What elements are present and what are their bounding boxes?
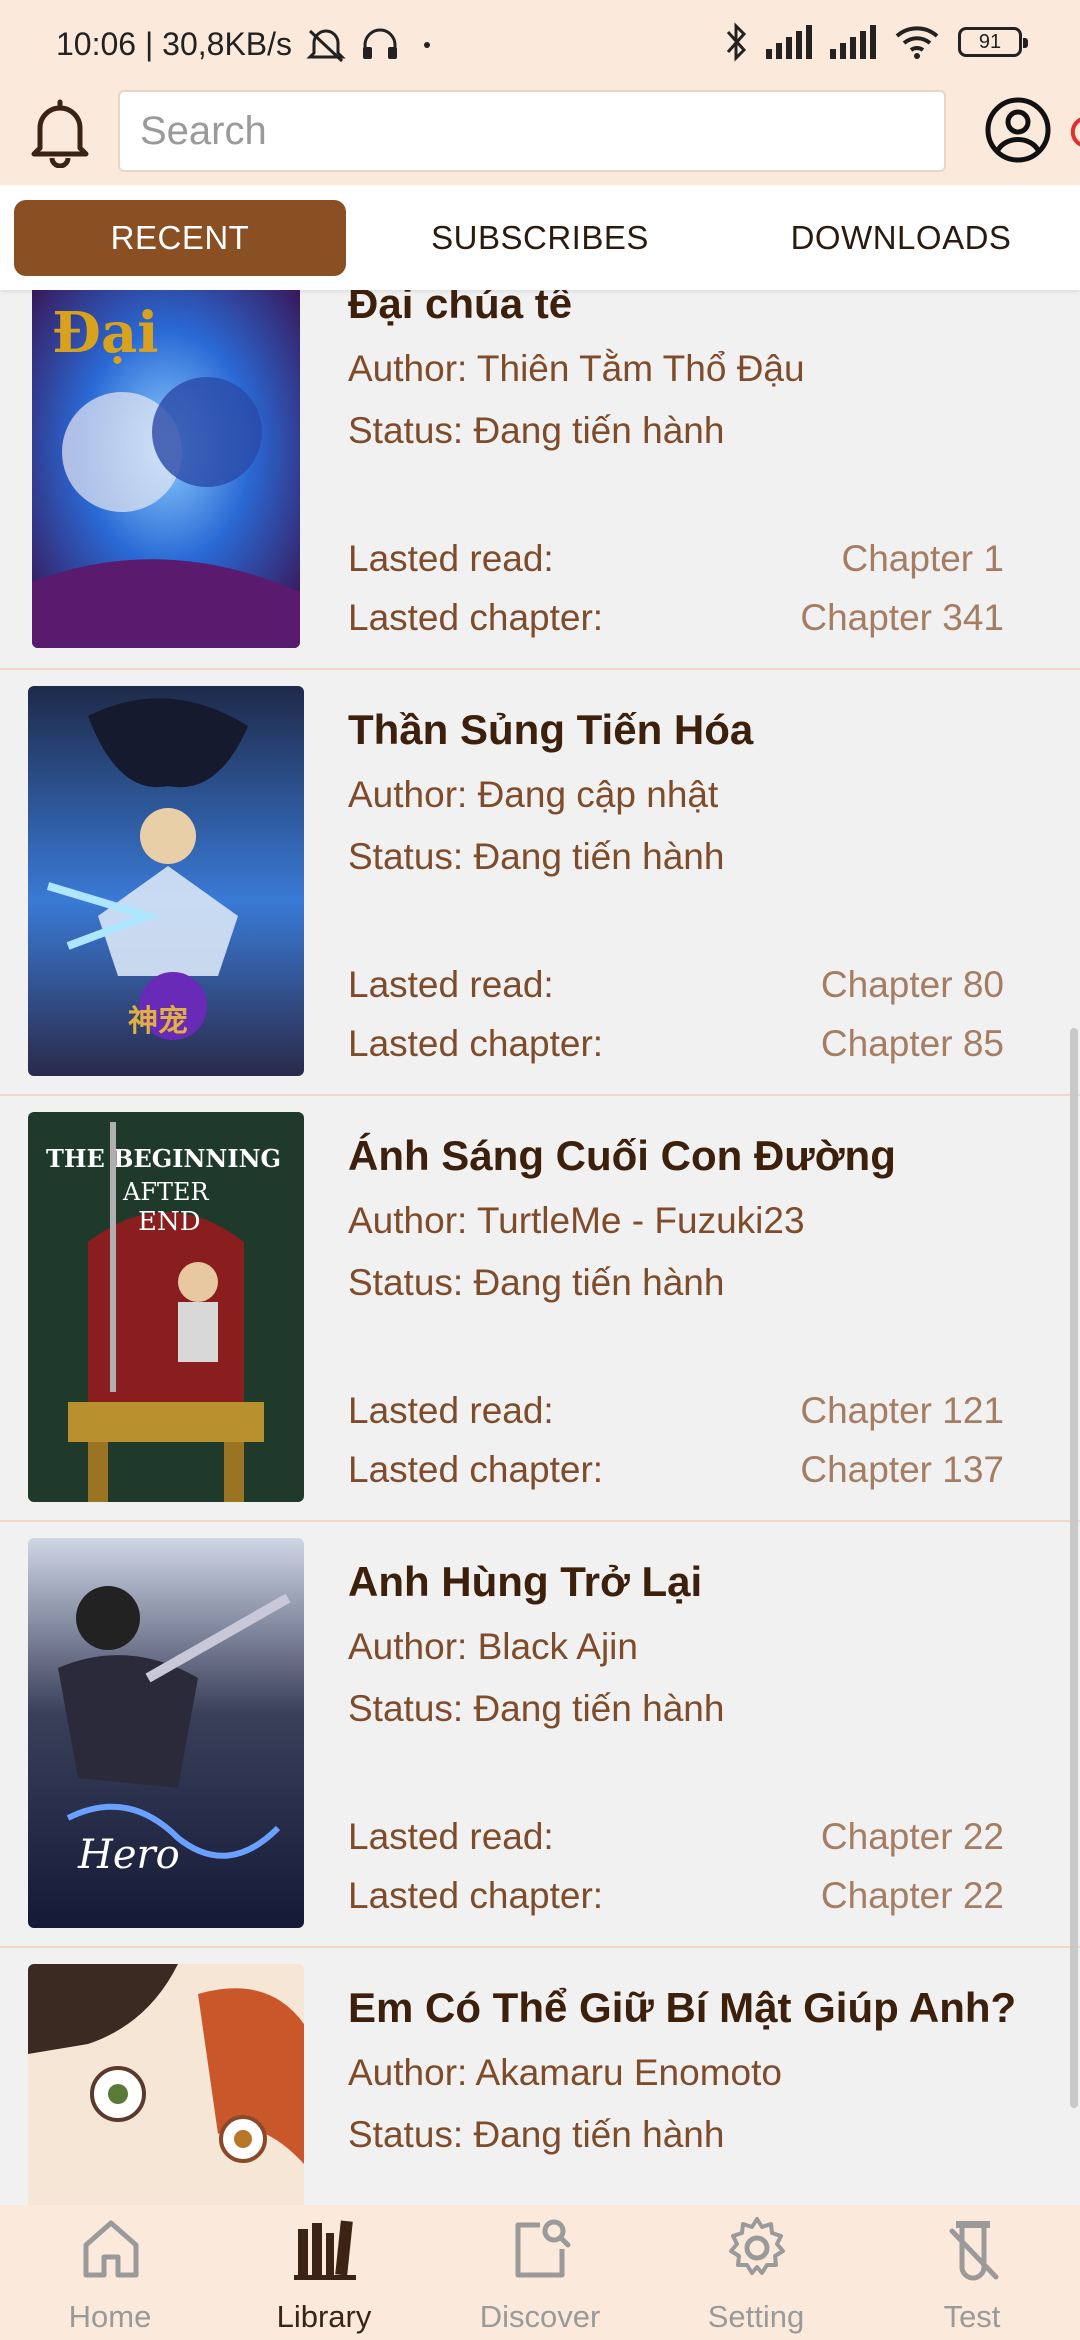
cover-image [28, 1964, 304, 2205]
item-status: Status: Đang tiến hành [348, 1262, 725, 1303]
tab-downloads[interactable]: DOWNLOADS [736, 200, 1066, 276]
edge-icon [1070, 117, 1080, 147]
search-placeholder: Search [140, 108, 267, 153]
home-icon [83, 2220, 139, 2278]
tab-downloads-label: DOWNLOADS [790, 219, 1012, 256]
account-icon[interactable] [984, 96, 1052, 164]
lasted-read-row: Lasted read: Chapter 1 [348, 538, 1004, 580]
lasted-chapter-value: Chapter 22 [820, 1875, 1004, 1916]
lasted-read-value: Chapter 80 [820, 964, 1004, 1005]
mute-icon [306, 29, 346, 62]
lasted-read-row: Lasted read: Chapter 22 [348, 1816, 1004, 1858]
wifi-icon [895, 26, 939, 59]
item-status: Status: Đang tiến hành [348, 1688, 725, 1729]
svg-text:神宠: 神宠 [128, 1004, 188, 1039]
lasted-read-value: Chapter 1 [841, 538, 1005, 579]
nav-test-label: Test [943, 2299, 1001, 2334]
test-icon [949, 2221, 999, 2281]
item-author: Author: Black Ajin [348, 1626, 638, 1667]
lasted-chapter-label: Lasted chapter: [348, 1449, 604, 1490]
gear-icon [729, 2217, 785, 2275]
status-time: 10:06 | 30,8KB/s [56, 26, 293, 62]
item-title: Em Có Thể Giữ Bí Mật Giúp Anh? [348, 1984, 1017, 2031]
lasted-read-row: Lasted read: Chapter 121 [348, 1390, 1004, 1432]
item-title: Đại chúa tể [348, 290, 573, 327]
item-author: Author: Thiên Tằm Thổ Đậu [348, 348, 805, 389]
lasted-read-value: Chapter 22 [820, 1816, 1004, 1857]
tab-recent[interactable]: RECENT [14, 200, 346, 276]
lasted-read-label: Lasted read: [348, 1390, 554, 1431]
cover-image: Hero [28, 1538, 304, 1928]
lasted-read-value: Chapter 121 [800, 1390, 1004, 1431]
item-title: Anh Hùng Trở Lại [348, 1558, 703, 1605]
nav-discover-label: Discover [479, 2299, 601, 2334]
tab-subscribes-label: SUBSCRIBES [431, 219, 649, 256]
scrollbar[interactable] [1070, 1028, 1078, 2108]
list-item[interactable]: 神宠 Thần Sủng Tiến Hóa Author: Đang cập n… [0, 668, 1080, 1096]
lasted-read-row: Lasted read: Chapter 80 [348, 964, 1004, 1006]
nav-setting[interactable]: Setting [648, 2205, 864, 2340]
lasted-chapter-row: Lasted chapter: Chapter 85 [348, 1023, 1004, 1065]
nav-discover[interactable]: Discover [432, 2205, 648, 2340]
cover-image: Đại [32, 290, 300, 648]
lasted-chapter-label: Lasted chapter: [348, 1875, 604, 1916]
nav-home[interactable]: Home [2, 2205, 218, 2340]
bell-icon[interactable] [28, 96, 92, 168]
lasted-chapter-value: Chapter 137 [800, 1449, 1004, 1490]
tab-subscribes[interactable]: SUBSCRIBES [382, 200, 698, 276]
manga-list[interactable]: Đại Đại chúa tể Author: Thiên Tằm Thổ Đậ… [0, 290, 1080, 2205]
tab-recent-label: RECENT [110, 219, 250, 256]
list-item[interactable]: Em Có Thể Giữ Bí Mật Giúp Anh? Author: A… [0, 1946, 1080, 2205]
battery-icon: 91 [958, 27, 1028, 57]
app-header: Search [0, 90, 1080, 185]
lasted-chapter-row: Lasted chapter: Chapter 137 [348, 1449, 1004, 1491]
lasted-chapter-row: Lasted chapter: Chapter 341 [348, 597, 1004, 639]
cover-image: THE BEGINNING AFTER END [28, 1112, 304, 1502]
lasted-read-label: Lasted read: [348, 538, 554, 579]
headphones-icon [363, 28, 398, 59]
status-bar: 10:06 | 30,8KB/s 91 [0, 0, 1080, 90]
library-icon [294, 2220, 356, 2280]
item-title: Ánh Sáng Cuối Con Đường [348, 1132, 896, 1179]
lasted-chapter-label: Lasted chapter: [348, 597, 604, 638]
lasted-read-label: Lasted read: [348, 964, 554, 1005]
nav-library-label: Library [276, 2299, 372, 2334]
bluetooth-icon [726, 22, 747, 62]
notification-dot [424, 41, 431, 48]
item-status: Status: Đang tiến hành [348, 2114, 725, 2155]
svg-text:Hero: Hero [77, 1832, 180, 1878]
discover-icon [515, 2219, 571, 2278]
cover-title: THE BEGINNING [46, 1144, 281, 1173]
item-author: Author: Akamaru Enomoto [348, 2052, 782, 2093]
library-tabs: RECENT SUBSCRIBES DOWNLOADS [0, 185, 1080, 290]
cover-image: 神宠 [28, 686, 304, 1076]
lasted-chapter-label: Lasted chapter: [348, 1023, 604, 1064]
nav-home-label: Home [68, 2299, 152, 2334]
item-status: Status: Đang tiến hành [348, 410, 725, 451]
lasted-chapter-row: Lasted chapter: Chapter 22 [348, 1875, 1004, 1917]
lasted-read-label: Lasted read: [348, 1816, 554, 1857]
item-status: Status: Đang tiến hành [348, 836, 725, 877]
search-input[interactable]: Search [118, 90, 946, 172]
item-title: Thần Sủng Tiến Hóa [348, 706, 754, 753]
item-author: Author: Đang cập nhật [348, 774, 719, 815]
lasted-chapter-value: Chapter 85 [820, 1023, 1004, 1064]
signal-icon [766, 25, 812, 59]
nav-setting-label: Setting [707, 2299, 805, 2334]
bottom-nav: Home Library Discover Setting Test [0, 2205, 1080, 2340]
nav-library[interactable]: Library [216, 2205, 432, 2340]
battery-level: 91 [978, 30, 1002, 53]
nav-test[interactable]: Test [864, 2205, 1080, 2340]
signal-icon-2 [830, 25, 876, 59]
list-item[interactable]: Đại Đại chúa tể Author: Thiên Tằm Thổ Đậ… [0, 290, 1080, 670]
list-item[interactable]: Hero Anh Hùng Trở Lại Author: Black Ajin… [0, 1520, 1080, 1948]
svg-text:END: END [138, 1207, 201, 1237]
list-item[interactable]: THE BEGINNING AFTER END Ánh Sáng Cuối Co… [0, 1094, 1080, 1522]
item-author: Author: TurtleMe - Fuzuki23 [348, 1200, 805, 1241]
svg-text:Đại: Đại [52, 300, 159, 366]
svg-text:AFTER: AFTER [122, 1178, 210, 1206]
lasted-chapter-value: Chapter 341 [800, 597, 1004, 638]
